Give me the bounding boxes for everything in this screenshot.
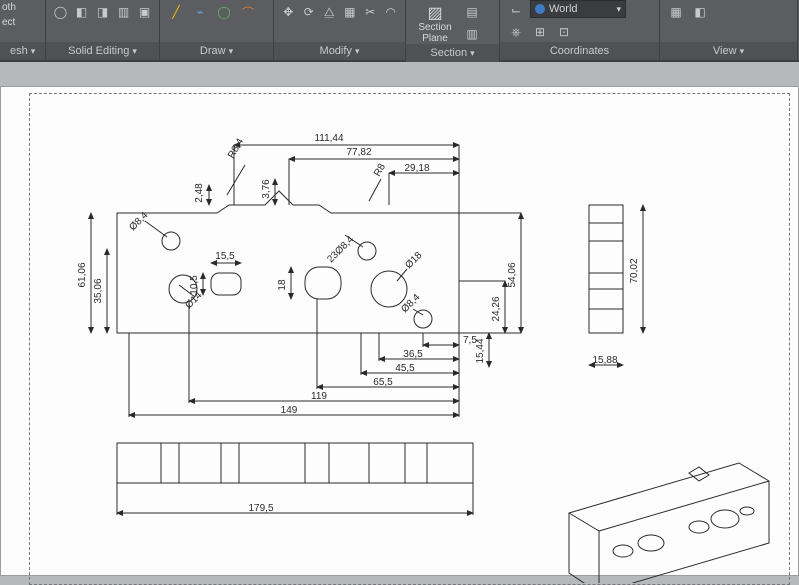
array-icon[interactable]: ▦ — [342, 2, 359, 22]
panel-label-coordinates[interactable]: Coordinates — [500, 42, 659, 60]
section-icon-1[interactable]: ▤ — [462, 2, 482, 22]
dim-h-step: 3,76 — [261, 179, 272, 199]
panel-label-modify[interactable]: Modify▾ — [274, 42, 405, 60]
section-plane-button[interactable]: ▨ Section Plane — [412, 2, 458, 44]
mesh-label-a: oth — [2, 2, 16, 13]
dim-w2: 77,82 — [346, 147, 371, 158]
dim-b3: 45,5 — [395, 363, 415, 374]
dim-h-inner: 35,06 — [93, 278, 104, 303]
dim-w3: 29,18 — [404, 163, 429, 174]
extrude-face-icon[interactable]: ▥ — [115, 2, 132, 22]
panel-section: ▨ Section Plane ▤ ▥ Section▾ — [406, 0, 500, 60]
subtract-icon[interactable]: ◧ — [73, 2, 90, 22]
drawing-canvas[interactable]: 111,44 77,82 29,18 R8,4 2,48 3,76 R8 61,… — [0, 62, 799, 576]
union-icon[interactable]: ◯ — [52, 2, 69, 22]
dim-h-notch: 2,48 — [194, 183, 205, 203]
dim-b4: 65,5 — [373, 377, 393, 388]
panel-label-solid-editing[interactable]: Solid Editing▾ — [46, 42, 159, 60]
dim-bottom-w: 179,5 — [248, 503, 273, 514]
dim-w1: 111,44 — [314, 133, 344, 144]
arc-icon[interactable]: ⌒ — [238, 2, 258, 22]
ucs-icon-2[interactable]: ⎈ — [506, 22, 526, 42]
dim-r-right: R8 — [372, 162, 388, 179]
dim-h-total: 61,06 — [77, 262, 88, 287]
dim-side-h: 70,02 — [629, 258, 640, 283]
intersect-icon[interactable]: ◨ — [94, 2, 111, 22]
coord-system-select[interactable]: World ▾ — [530, 0, 626, 18]
panel-solid-editing: ◯ ◧ ◨ ▥ ▣ Solid Editing▾ — [46, 0, 160, 60]
dim-b1: 7,5 — [463, 335, 477, 346]
section-plane-label: Section Plane — [418, 22, 451, 44]
ucs-icon-4[interactable]: ⊡ — [554, 22, 574, 42]
dim-r-left: R8,4 — [226, 136, 246, 160]
dim-d4: Ø18 — [403, 250, 424, 271]
layout-sheet: 111,44 77,82 29,18 R8,4 2,48 3,76 R8 61,… — [0, 86, 799, 576]
dim-b2: 36,5 — [403, 349, 423, 360]
dim-b6: 149 — [281, 405, 298, 416]
panel-label-view[interactable]: View▾ — [660, 42, 797, 60]
view-icon-2[interactable]: ◧ — [690, 2, 710, 22]
panel-mesh: oth ect esh▾ — [0, 0, 46, 60]
move-icon[interactable]: ✥ — [280, 2, 297, 22]
dim-r-h2: 24,26 — [491, 296, 502, 321]
ucs-icon-3[interactable]: ⊞ — [530, 22, 550, 42]
dim-slot-r: 18 — [277, 279, 288, 291]
panel-view: ▦ ◧ View▾ — [660, 0, 798, 60]
panel-label-section[interactable]: Section▾ — [406, 44, 499, 62]
mirror-icon[interactable]: ⧋ — [321, 2, 338, 22]
fillet-icon[interactable]: ◠ — [383, 2, 400, 22]
dim-slot-w: 15,5 — [215, 251, 235, 262]
technical-drawing: 111,44 77,82 29,18 R8,4 2,48 3,76 R8 61,… — [29, 93, 789, 583]
section-plane-icon: ▨ — [421, 4, 449, 22]
panel-draw: ╱ ⌁ ◯ ⌒ Draw▾ — [160, 0, 274, 60]
panel-label-draw[interactable]: Draw▾ — [160, 42, 273, 60]
ucs-icon-1[interactable]: ⌙ — [506, 0, 526, 20]
dim-d5: Ø8,4 — [399, 292, 422, 315]
coord-select-label: World — [549, 3, 578, 15]
ribbon: oth ect esh▾ ◯ ◧ ◨ ▥ ▣ Solid Editing▾ ╱ … — [0, 0, 799, 62]
dim-slot-h: 10,5 — [189, 275, 200, 295]
dim-d3: 23Ø8,4 — [325, 234, 356, 265]
mesh-label-b: ect — [2, 17, 15, 28]
trim-icon[interactable]: ✂ — [362, 2, 379, 22]
panel-coordinates: ⌙ World ▾ ⎈ ⊞ ⊡ Coordinates — [500, 0, 660, 60]
dim-r-h1: 54,06 — [507, 262, 518, 287]
panel-modify: ✥ ⟳ ⧋ ▦ ✂ ◠ Modify▾ — [274, 0, 406, 60]
dim-b5: 119 — [311, 391, 327, 402]
world-icon — [535, 4, 545, 14]
section-icon-2[interactable]: ▥ — [462, 24, 482, 44]
dim-side-w: 15,88 — [592, 355, 617, 366]
shell-icon[interactable]: ▣ — [136, 2, 153, 22]
polyline-icon[interactable]: ⌁ — [190, 2, 210, 22]
rotate-icon[interactable]: ⟳ — [301, 2, 318, 22]
view-icon-1[interactable]: ▦ — [666, 2, 686, 22]
line-icon[interactable]: ╱ — [166, 2, 186, 22]
circle-icon[interactable]: ◯ — [214, 2, 234, 22]
panel-label-mesh[interactable]: esh▾ — [0, 42, 45, 60]
